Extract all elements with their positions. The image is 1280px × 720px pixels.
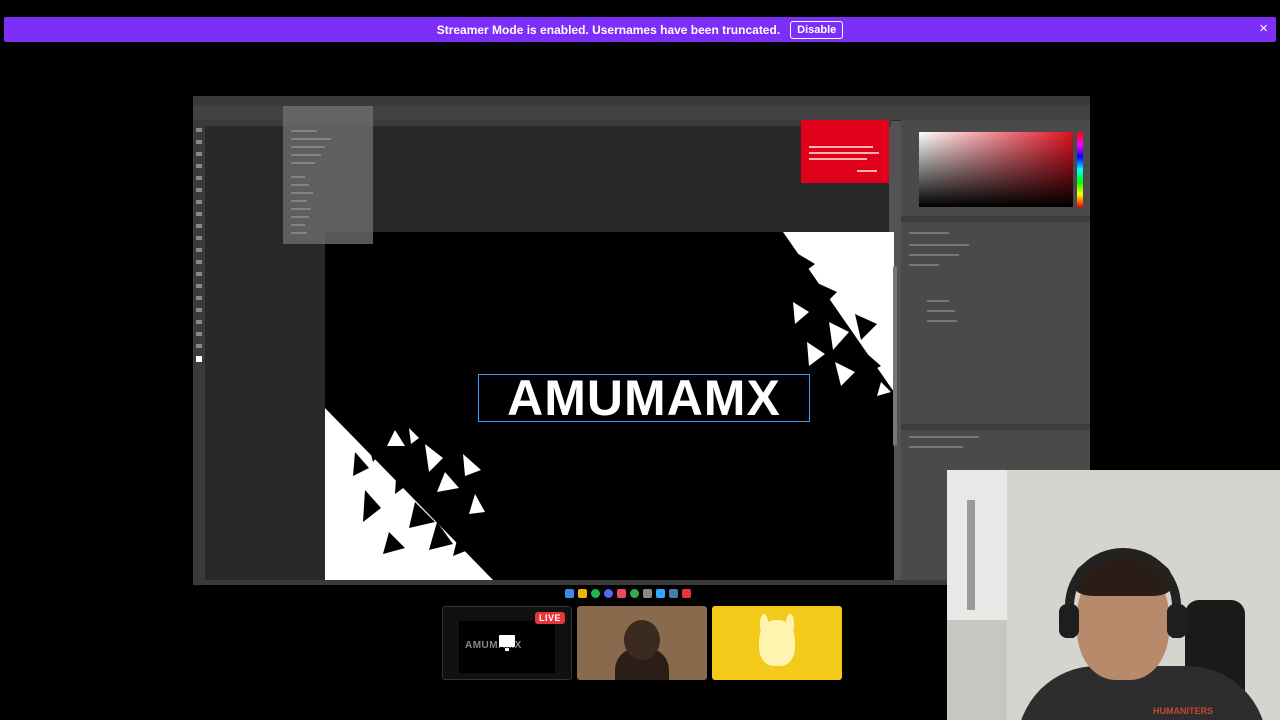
tool-icon — [196, 284, 202, 288]
color-picker-field[interactable] — [919, 132, 1073, 207]
ps-notification-popup[interactable] — [801, 120, 889, 183]
windows-icon[interactable] — [565, 588, 574, 598]
tool-icon — [196, 248, 202, 252]
participant-tile[interactable] — [712, 606, 842, 680]
pikachu-avatar — [759, 620, 795, 666]
tool-icon — [196, 260, 202, 264]
ps-toolbar — [193, 120, 205, 580]
tool-icon — [196, 320, 202, 324]
spotify-icon[interactable] — [591, 588, 600, 598]
tool-icon — [196, 176, 202, 180]
tool-icon — [196, 272, 202, 276]
canvas-title-text[interactable]: AMUMAMX — [478, 373, 810, 423]
tool-icon — [196, 344, 202, 348]
webcam-feed[interactable]: HUMANITERS — [947, 470, 1280, 720]
color-swatch-icon — [196, 356, 202, 362]
background-window — [947, 470, 1007, 620]
tool-icon — [196, 164, 202, 168]
ps-canvas: AMUMAMX — [325, 232, 894, 580]
close-icon[interactable]: × — [1259, 20, 1268, 37]
ps-dropdown-menu[interactable] — [283, 106, 373, 244]
hue-slider[interactable] — [1077, 132, 1083, 207]
ps-scrollbar[interactable] — [893, 266, 897, 446]
live-badge: LIVE — [534, 612, 565, 624]
tool-icon — [196, 224, 202, 228]
tool-icon — [196, 236, 202, 240]
participant-tile[interactable] — [577, 606, 707, 680]
streamer-mode-text: Streamer Mode is enabled. Usernames have… — [436, 22, 781, 37]
taskbar — [565, 587, 717, 599]
app-icon[interactable] — [617, 588, 626, 598]
tool-icon — [196, 188, 202, 192]
shirt-text: HUMANITERS — [1153, 706, 1213, 716]
disable-button[interactable]: Disable — [790, 20, 844, 39]
tool-icon — [196, 140, 202, 144]
ps-title-bar — [193, 96, 1090, 106]
tool-icon — [196, 332, 202, 336]
tool-icon — [196, 308, 202, 312]
discord-icon[interactable] — [604, 588, 613, 598]
tool-icon — [196, 200, 202, 204]
tool-icon — [196, 128, 202, 132]
app-icon[interactable] — [682, 588, 691, 598]
avatar-head — [624, 620, 660, 660]
tool-icon — [196, 152, 202, 156]
monitor-icon — [499, 635, 515, 647]
stream-tile[interactable]: AMUMAMX LIVE — [442, 606, 572, 680]
app-icon[interactable] — [669, 588, 678, 598]
photoshop-icon[interactable] — [656, 588, 665, 598]
streamer-mode-banner: Streamer Mode is enabled. Usernames have… — [4, 17, 1276, 42]
chrome-icon[interactable] — [630, 588, 639, 598]
app-icon[interactable] — [643, 588, 652, 598]
tool-icon — [196, 212, 202, 216]
folder-icon[interactable] — [578, 588, 587, 598]
tool-icon — [196, 296, 202, 300]
